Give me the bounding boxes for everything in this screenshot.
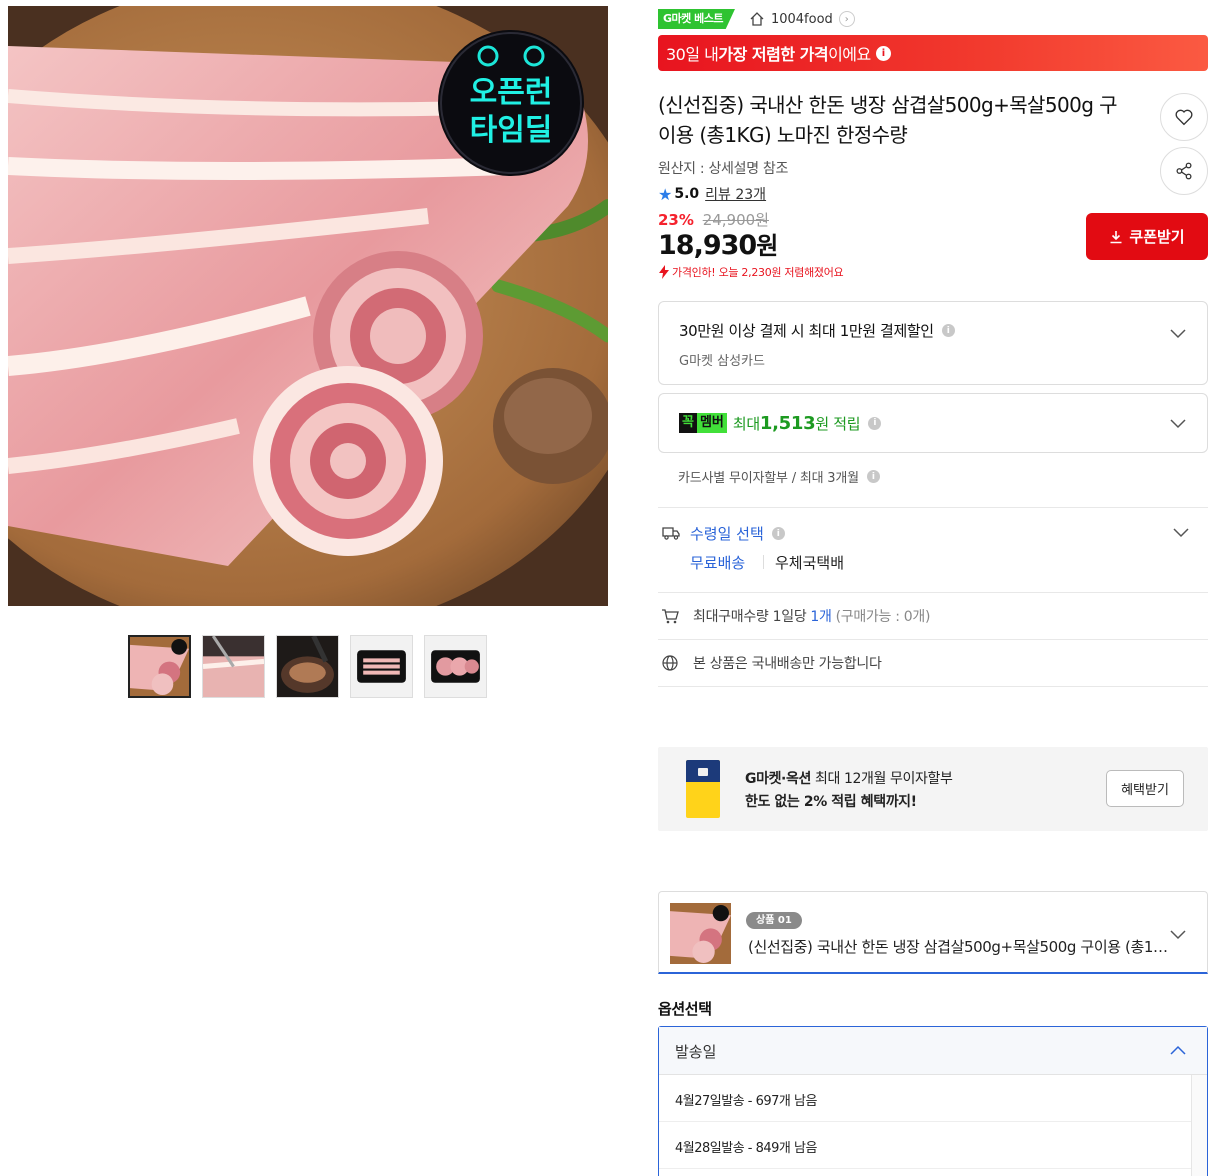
option-select-label: 옵션선택: [658, 1000, 712, 1018]
info-icon[interactable]: i: [866, 470, 880, 483]
chevron-down-icon[interactable]: [1172, 523, 1190, 541]
thumbnail-strip: [128, 635, 487, 698]
selected-product-dropdown[interactable]: 상품 01 (신선집중) 국내산 한돈 냉장 삼겹살500g+목살500g 구이…: [658, 891, 1208, 974]
price-drop-note: 가격인하! 오늘 2,230원 저렴해졌어요: [658, 264, 844, 280]
sale-price: 18,930원: [658, 226, 778, 261]
free-shipping-label: 무료배송: [690, 554, 746, 572]
promo-line1: G마켓·옥션 최대 12개월 무이자할부: [745, 771, 953, 787]
option-item[interactable]: 4월27일발송 - 697개 남음: [659, 1075, 1191, 1122]
thumbnail-5[interactable]: [424, 635, 487, 698]
heart-icon: [1175, 109, 1193, 126]
shop-link[interactable]: 1004food ›: [749, 11, 855, 27]
chevron-down-icon: [1170, 930, 1186, 940]
installment-info: 카드사별 무이자할부 / 최대 3개월 i: [678, 467, 880, 486]
product-number-badge: 상품 01: [746, 912, 802, 929]
product-title: (신선집중) 국내산 한돈 냉장 삼겹살500g+목살500g 구이용 (총1K…: [658, 93, 1117, 147]
divider: [658, 639, 1208, 640]
timedeal-badge-line2: 타임딜: [470, 113, 553, 148]
wishlist-button[interactable]: [1160, 93, 1208, 141]
available-count: (구매가능 : 0개): [835, 609, 931, 625]
divider: [763, 555, 764, 569]
card-promo-banner: G마켓·옥션 최대 12개월 무이자할부 한도 없는 2% 적립 혜택까지! 혜…: [658, 747, 1208, 831]
divider: [658, 686, 1208, 687]
member-reward-amount: 1,513: [759, 412, 816, 434]
price-drop-text: 가격인하! 오늘 2,230원 저렴해졌어요: [672, 266, 844, 279]
info-icon[interactable]: i: [941, 324, 955, 337]
timedeal-badge-line1: 오픈런: [470, 75, 553, 110]
credit-card-icon: [686, 760, 720, 818]
coupon-download-button[interactable]: 쿠폰받기: [1086, 213, 1208, 260]
origin-info: 원산지 : 상세설명 참조: [658, 161, 789, 177]
delivery-date-select[interactable]: 수령일 선택 i: [690, 523, 785, 544]
promo-line2: 한도 없는 2% 적립 혜택까지!: [745, 794, 917, 810]
banner-emphasis: 가장 저렴한 가격: [718, 45, 829, 64]
chevron-down-icon: [1170, 329, 1186, 339]
domestic-shipping-row: 본 상품은 국내배송만 가능합니다: [658, 653, 882, 673]
courier-name: 우체국택배: [775, 554, 845, 572]
lowest-price-banner: 30일 내 가장 저렴한 가격 이에요 i: [658, 35, 1208, 71]
member-logo: 꼭 멤버: [679, 413, 727, 433]
option-item[interactable]: 4월28일발송 - 849개 남음: [659, 1122, 1191, 1169]
thumbnail-1[interactable]: [128, 635, 191, 698]
member-reward-text: 최대 1,513 원 적립 i: [733, 412, 882, 434]
home-icon: [750, 12, 764, 26]
shop-name: 1004food: [770, 11, 833, 27]
card-discount-box[interactable]: 30만원 이상 결제 시 최대 1만원 결제할인 i G마켓 삼성카드: [658, 301, 1208, 385]
star-icon: ★: [658, 184, 673, 204]
thumbnail-3[interactable]: [276, 635, 339, 698]
card-discount-title: 30만원 이상 결제 시 최대 1만원 결제할인: [679, 322, 934, 340]
gmarket-best-badge[interactable]: G마켓 베스트: [658, 9, 735, 29]
share-button[interactable]: [1160, 147, 1208, 195]
chevron-down-icon: [1170, 419, 1186, 429]
globe-icon: [662, 655, 678, 671]
sale-price-number: 18,930: [658, 230, 757, 261]
coupon-label: 쿠폰받기: [1129, 228, 1185, 246]
rating-score: 5.0: [674, 186, 700, 202]
scrollbar[interactable]: [1191, 1075, 1207, 1176]
delivery-section: 수령일 선택 i 무료배송 우체국택배: [658, 520, 1208, 580]
seller-row: G마켓 베스트 1004food ›: [658, 8, 855, 30]
review-link[interactable]: 리뷰 23개: [705, 184, 766, 204]
option-dropdown: 발송일 4월27일발송 - 697개 남음 4월28일발송 - 849개 남음: [658, 1026, 1208, 1176]
pork-belly-photo: 오픈런 타임딜: [8, 6, 608, 606]
get-benefit-button[interactable]: 혜택받기: [1106, 770, 1184, 807]
bolt-icon: [659, 265, 669, 279]
selected-product-name: (신선집중) 국내산 한돈 냉장 삼겹살500g+목살500g 구이용 (총1K…: [748, 938, 1168, 956]
max-purchase-row: 최대구매수량 1일당 1개 (구매가능 : 0개): [658, 606, 930, 626]
member-reward-box[interactable]: 꼭 멤버 최대 1,513 원 적립 i: [658, 393, 1208, 453]
option-dropdown-title: 발송일: [675, 1043, 717, 1061]
main-product-image: 오픈런 타임딜: [8, 6, 608, 606]
sale-price-unit: 원: [756, 232, 778, 260]
rating-row: ★ 5.0 리뷰 23개: [658, 184, 766, 204]
selected-product-thumb: [670, 903, 731, 964]
divider: [658, 507, 1208, 508]
option-dropdown-header[interactable]: 발송일: [659, 1027, 1207, 1075]
card-name: G마켓 삼성카드: [679, 354, 765, 369]
thumbnail-2[interactable]: [202, 635, 265, 698]
banner-prefix: 30일 내: [666, 45, 719, 64]
cart-icon: [662, 609, 679, 624]
banner-suffix: 이에요: [828, 45, 871, 64]
share-icon: [1176, 162, 1192, 180]
divider: [658, 592, 1208, 593]
info-icon[interactable]: i: [868, 416, 882, 430]
info-icon[interactable]: i: [771, 527, 785, 540]
info-icon[interactable]: i: [875, 45, 891, 61]
max-purchase-count: 1개: [810, 609, 832, 625]
download-icon: [1110, 230, 1122, 243]
chevron-up-icon: [1170, 1045, 1186, 1055]
truck-icon: [662, 527, 680, 540]
thumbnail-4[interactable]: [350, 635, 413, 698]
chevron-right-icon: ›: [838, 11, 855, 27]
